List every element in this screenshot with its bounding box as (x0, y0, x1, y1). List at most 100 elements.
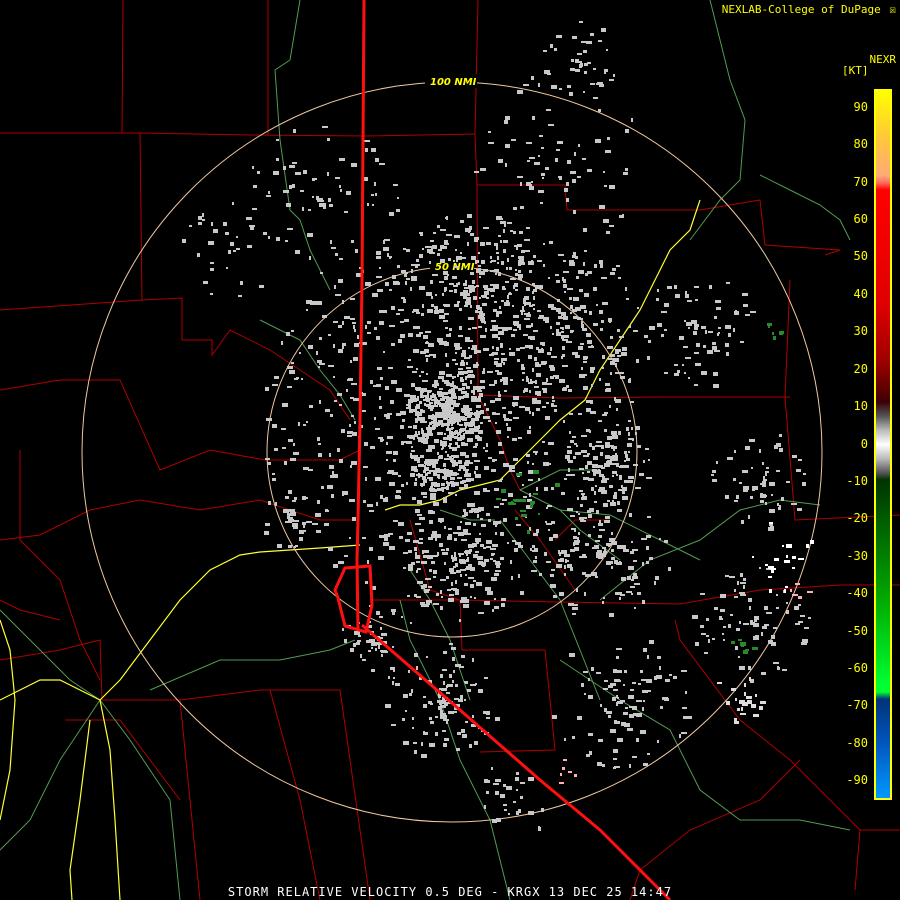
echo-pixel (403, 248, 406, 250)
echo-pixel (460, 695, 463, 699)
echo-pixel (557, 299, 560, 302)
echo-pixel (309, 256, 311, 260)
echo-pixel (617, 329, 620, 332)
echo-pixel (459, 559, 464, 561)
echo-pixel (484, 403, 486, 406)
echo-pixel (418, 474, 423, 477)
echo-pixel (577, 497, 579, 500)
scale-tick-label: 0 (860, 436, 868, 451)
echo-pixel (633, 464, 638, 466)
echo-pixel (461, 353, 466, 357)
echo-pixel (623, 684, 625, 686)
echo-pixel (374, 327, 377, 330)
echo-pixel (575, 59, 579, 63)
echo-pixel (616, 670, 622, 673)
echo-pixel (501, 603, 505, 607)
echo-pixel (508, 411, 512, 414)
echo-pixel (712, 346, 717, 350)
echo-pixel (618, 680, 621, 682)
echo-pixel (401, 270, 406, 273)
echo-pixel (602, 764, 605, 767)
echo-pixel (445, 414, 448, 418)
echo-pixel (494, 488, 499, 491)
echo-pixel (458, 553, 464, 555)
echo-pixel (562, 277, 564, 281)
echo-pixel (446, 363, 449, 367)
echo-pixel (620, 465, 625, 468)
echo-pixel (529, 157, 535, 159)
echo-pixel (522, 379, 524, 381)
echo-pixel (520, 182, 522, 186)
echo-pixel (779, 331, 784, 334)
echo-pixel (459, 432, 461, 435)
echo-pixel (706, 618, 709, 621)
echo-pixel (570, 171, 576, 174)
echo-pixel (629, 513, 632, 517)
echo-pixel (513, 315, 519, 318)
echo-pixel (537, 260, 542, 262)
echo-pixel (465, 455, 469, 458)
echo-pixel (466, 480, 471, 482)
echo-pixel (562, 388, 565, 391)
echo-pixel (436, 593, 439, 596)
echo-pixel (596, 83, 598, 85)
echo-pixel (374, 182, 376, 186)
echo-pixel (601, 480, 607, 483)
echo-pixel (465, 376, 467, 380)
echo-pixel (611, 446, 617, 449)
echo-pixel (735, 310, 737, 314)
echo-pixel (442, 293, 444, 296)
echo-pixel (350, 318, 355, 320)
echo-pixel (528, 811, 534, 815)
echo-pixel (429, 743, 435, 747)
echo-pixel (379, 616, 383, 618)
echo-pixel (470, 421, 475, 423)
echo-pixel (388, 533, 393, 535)
echo-pixel (771, 635, 775, 639)
echo-pixel (488, 142, 494, 144)
echo-pixel (486, 513, 490, 516)
echo-pixel (629, 714, 634, 718)
echo-pixel (583, 386, 588, 390)
echo-pixel (657, 740, 659, 743)
echo-pixel (755, 635, 759, 639)
echo-pixel (481, 524, 486, 527)
echo-pixel (515, 269, 517, 271)
echo-pixel (503, 784, 506, 787)
echo-pixel (695, 299, 698, 301)
echo-pixel (303, 170, 307, 174)
echo-pixel (644, 335, 648, 338)
echo-pixel (440, 229, 446, 231)
echo-pixel (287, 366, 293, 369)
echo-pixel (236, 248, 240, 250)
echo-pixel (764, 624, 769, 626)
echo-pixel (265, 387, 269, 391)
echo-pixel (581, 435, 587, 437)
echo-pixel (375, 648, 377, 651)
echo-pixel (259, 285, 264, 288)
echo-pixel (474, 171, 479, 173)
echo-pixel (608, 715, 611, 718)
echo-pixel (392, 275, 396, 279)
echo-pixel (621, 352, 627, 356)
echo-pixel (578, 513, 580, 515)
echo-pixel (685, 357, 691, 359)
echo-pixel (659, 538, 661, 540)
echo-pixel (462, 734, 467, 738)
echo-pixel (625, 465, 629, 468)
echo-pixel (464, 412, 467, 415)
echo-pixel (572, 36, 577, 39)
echo-pixel (365, 148, 368, 152)
echo-pixel (371, 194, 374, 196)
echo-pixel (579, 21, 583, 23)
echo-pixel (463, 405, 469, 408)
echo-pixel (401, 441, 404, 445)
echo-pixel (602, 355, 605, 359)
echo-pixel (437, 485, 440, 487)
echo-pixel (335, 177, 340, 179)
echo-pixel (587, 271, 592, 274)
echo-pixel (334, 400, 337, 402)
echo-pixel (731, 641, 735, 644)
state-boundaries (333, 0, 672, 900)
echo-pixel (679, 336, 684, 340)
